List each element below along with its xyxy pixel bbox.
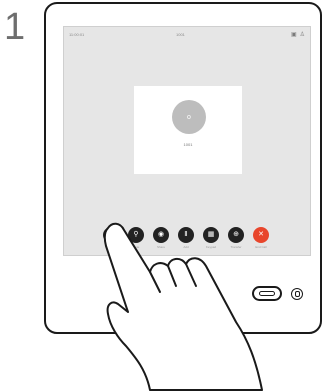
control-keypad[interactable]: ▦ Keypad	[202, 227, 220, 249]
active-call-card: o 1001	[134, 86, 242, 174]
touch-screen[interactable]: 11:00:01 1001 ▣ ♙ o 1001 ↻ Hold ⚲ Mute ◉…	[63, 26, 311, 256]
control-label: End Call	[255, 245, 267, 249]
control-label: Hold	[107, 245, 115, 249]
control-label: Keypad	[205, 245, 217, 249]
volume-icon[interactable]: ◉	[153, 227, 169, 243]
caller-number: 1001	[183, 142, 193, 147]
status-bar: 11:00:01 1001 ▣ ♙	[64, 27, 310, 41]
person-icon: ♙	[299, 32, 305, 38]
control-hold[interactable]: ↻ Hold	[102, 227, 120, 249]
status-icons: ▣ ♙	[291, 31, 305, 38]
control-label: Share	[156, 245, 165, 249]
control-add[interactable]: Ⅱ Add	[177, 227, 195, 249]
status-call-number: 1001	[176, 32, 185, 37]
step-number: 1	[4, 6, 26, 48]
mic-icon[interactable]: ⚲	[128, 227, 144, 243]
end-call-icon[interactable]: ✕	[253, 227, 269, 243]
power-icon[interactable]	[291, 288, 303, 300]
pause-icon[interactable]: Ⅱ	[178, 227, 194, 243]
call-controls: ↻ Hold ⚲ Mute ◉ Share Ⅱ Add ▦ Keypad ⊕ T…	[102, 227, 272, 249]
control-label: Mute	[132, 245, 140, 249]
home-button[interactable]	[252, 286, 282, 301]
control-share[interactable]: ◉ Share	[152, 227, 170, 249]
home-button-inner	[259, 291, 275, 296]
keypad-icon[interactable]: ▦	[203, 227, 219, 243]
share-icon[interactable]: ↻	[103, 227, 119, 243]
avatar-initial: o	[187, 113, 191, 121]
caller-avatar: o	[172, 100, 206, 134]
control-label: Add	[183, 245, 189, 249]
screen-share-icon: ▣	[290, 32, 297, 38]
status-time: 11:00:01	[69, 32, 85, 37]
control-label: Transfer	[230, 245, 242, 249]
control-mute[interactable]: ⚲ Mute	[127, 227, 145, 249]
transfer-icon[interactable]: ⊕	[228, 227, 244, 243]
control-end-call[interactable]: ✕ End Call	[252, 227, 270, 249]
control-transfer[interactable]: ⊕ Transfer	[227, 227, 245, 249]
